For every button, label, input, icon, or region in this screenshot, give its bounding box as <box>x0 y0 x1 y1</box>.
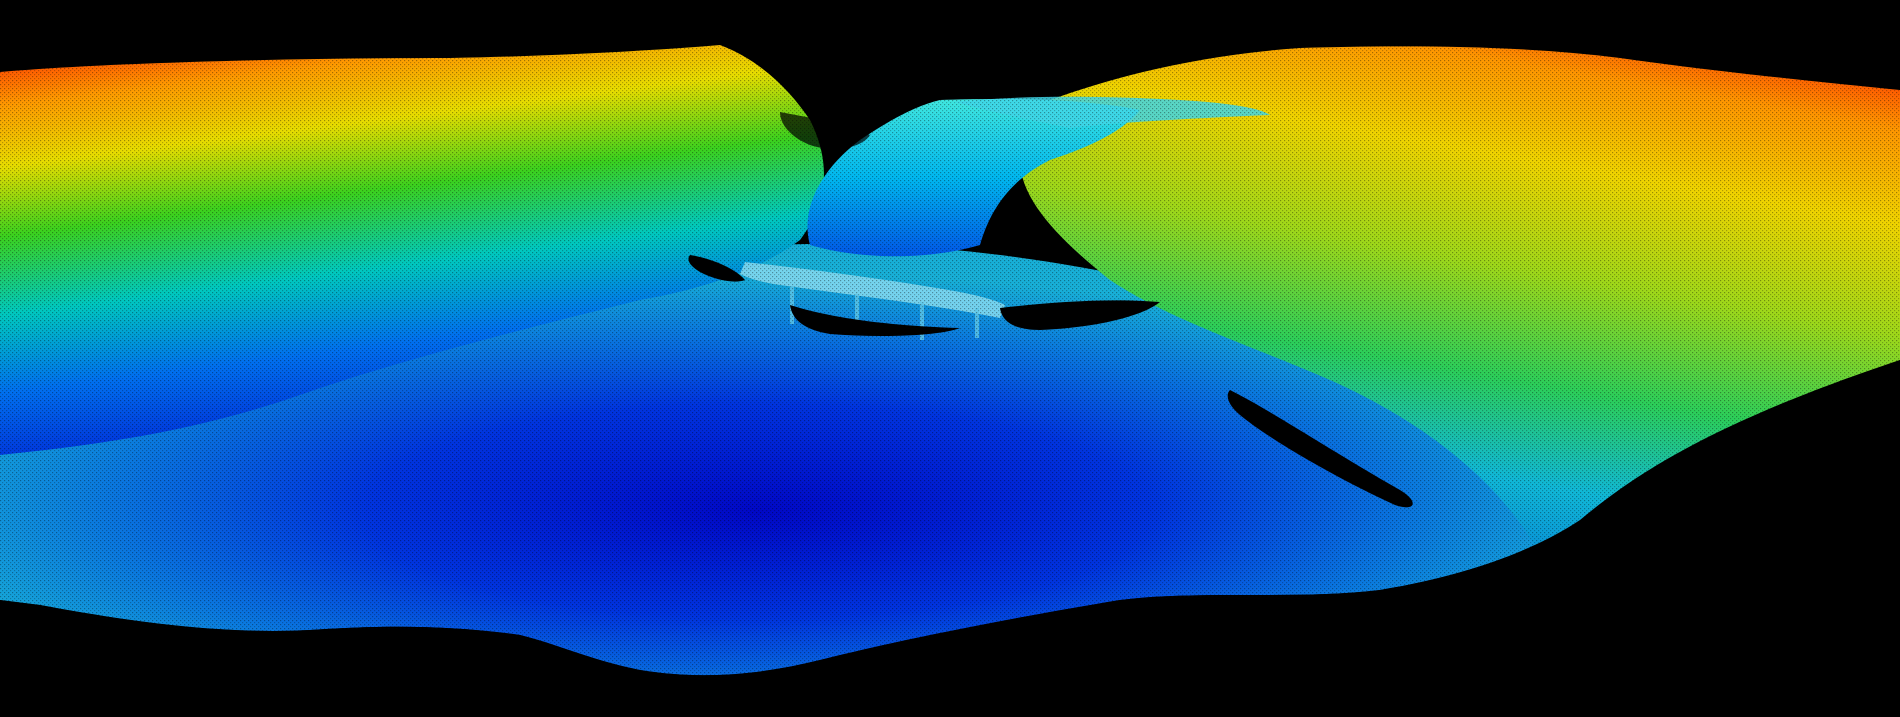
bathymetry-scene <box>0 0 1900 717</box>
point-cloud-viewport <box>0 0 1900 717</box>
